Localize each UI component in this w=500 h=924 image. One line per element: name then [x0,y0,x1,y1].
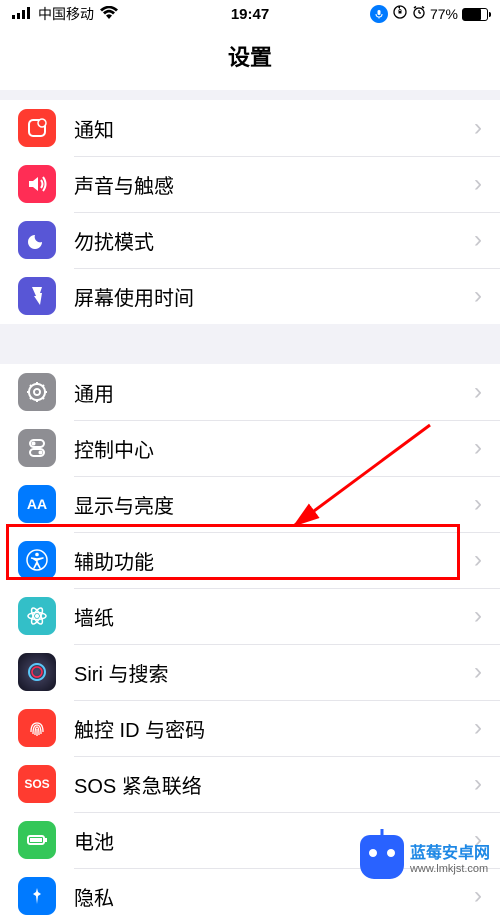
row-screentime[interactable]: 屏幕使用时间 › [0,268,500,324]
row-label: 控制中心 [74,434,474,463]
controlcenter-icon [18,429,56,467]
row-siri[interactable]: Siri 与搜索 › [0,644,500,700]
row-label: 触控 ID 与密码 [74,714,474,743]
watermark: 蓝莓安卓网 www.lmkjst.com [360,835,490,879]
svg-text:SOS: SOS [24,777,49,791]
battery-percentage: 77% [430,6,458,22]
carrier-label: 中国移动 [38,4,94,24]
accessibility-icon [18,541,56,579]
chevron-right-icon: › [474,602,482,630]
row-controlcenter[interactable]: 控制中心 › [0,420,500,476]
row-label: 显示与亮度 [74,490,474,519]
row-dnd[interactable]: 勿扰模式 › [0,212,500,268]
touchid-icon [18,709,56,747]
dnd-icon [18,221,56,259]
row-label: 屏幕使用时间 [74,282,474,311]
watermark-url: www.lmkjst.com [410,863,490,875]
wifi-icon [100,6,118,23]
row-sounds[interactable]: 声音与触感 › [0,156,500,212]
battery-icon [462,8,488,21]
display-icon: AA [18,485,56,523]
chevron-right-icon: › [474,282,482,310]
alarm-icon [412,5,426,23]
general-icon [18,373,56,411]
chevron-right-icon: › [474,546,482,574]
mic-status-icon [370,5,388,23]
screentime-icon [18,277,56,315]
row-label: SOS 紧急联络 [74,770,474,799]
row-label: 隐私 [74,882,474,911]
row-touchid[interactable]: 触控 ID 与密码 › [0,700,500,756]
wallpaper-icon [18,597,56,635]
status-bar: 中国移动 19:47 77% [0,0,500,28]
chevron-right-icon: › [474,882,482,910]
row-label: 通知 [74,114,474,143]
section-gap [0,90,500,100]
status-left: 中国移动 [12,4,118,24]
row-general[interactable]: 通用 › [0,364,500,420]
chevron-right-icon: › [474,170,482,198]
chevron-right-icon: › [474,434,482,462]
status-time: 19:47 [231,6,269,23]
chevron-right-icon: › [474,226,482,254]
row-accessibility[interactable]: 辅助功能 › [0,532,500,588]
orientation-lock-icon [392,4,408,24]
privacy-icon [18,877,56,915]
status-right: 77% [370,4,488,24]
chevron-right-icon: › [474,490,482,518]
watermark-brand: 蓝莓安卓网 [410,845,490,862]
signal-icon [12,6,32,23]
chevron-right-icon: › [474,114,482,142]
row-notifications[interactable]: 通知 › [0,100,500,156]
row-label: 墙纸 [74,602,474,631]
row-label: 通用 [74,378,474,407]
row-display[interactable]: AA 显示与亮度 › [0,476,500,532]
chevron-right-icon: › [474,378,482,406]
settings-section-0: 通知 › 声音与触感 › 勿扰模式 › 屏幕使用时间 › [0,100,500,324]
watermark-robot-icon [360,835,404,879]
chevron-right-icon: › [474,658,482,686]
siri-icon [18,653,56,691]
row-label: 勿扰模式 [74,226,474,255]
page-title: 设置 [0,28,500,90]
row-label: 声音与触感 [74,170,474,199]
section-gap [0,324,500,364]
sos-icon: SOS [18,765,56,803]
row-label: Siri 与搜索 [74,658,474,687]
svg-text:AA: AA [27,496,47,512]
chevron-right-icon: › [474,714,482,742]
row-label: 辅助功能 [74,546,474,575]
row-wallpaper[interactable]: 墙纸 › [0,588,500,644]
chevron-right-icon: › [474,770,482,798]
notifications-icon [18,109,56,147]
battery-settings-icon [18,821,56,859]
sounds-icon [18,165,56,203]
row-sos[interactable]: SOS SOS 紧急联络 › [0,756,500,812]
